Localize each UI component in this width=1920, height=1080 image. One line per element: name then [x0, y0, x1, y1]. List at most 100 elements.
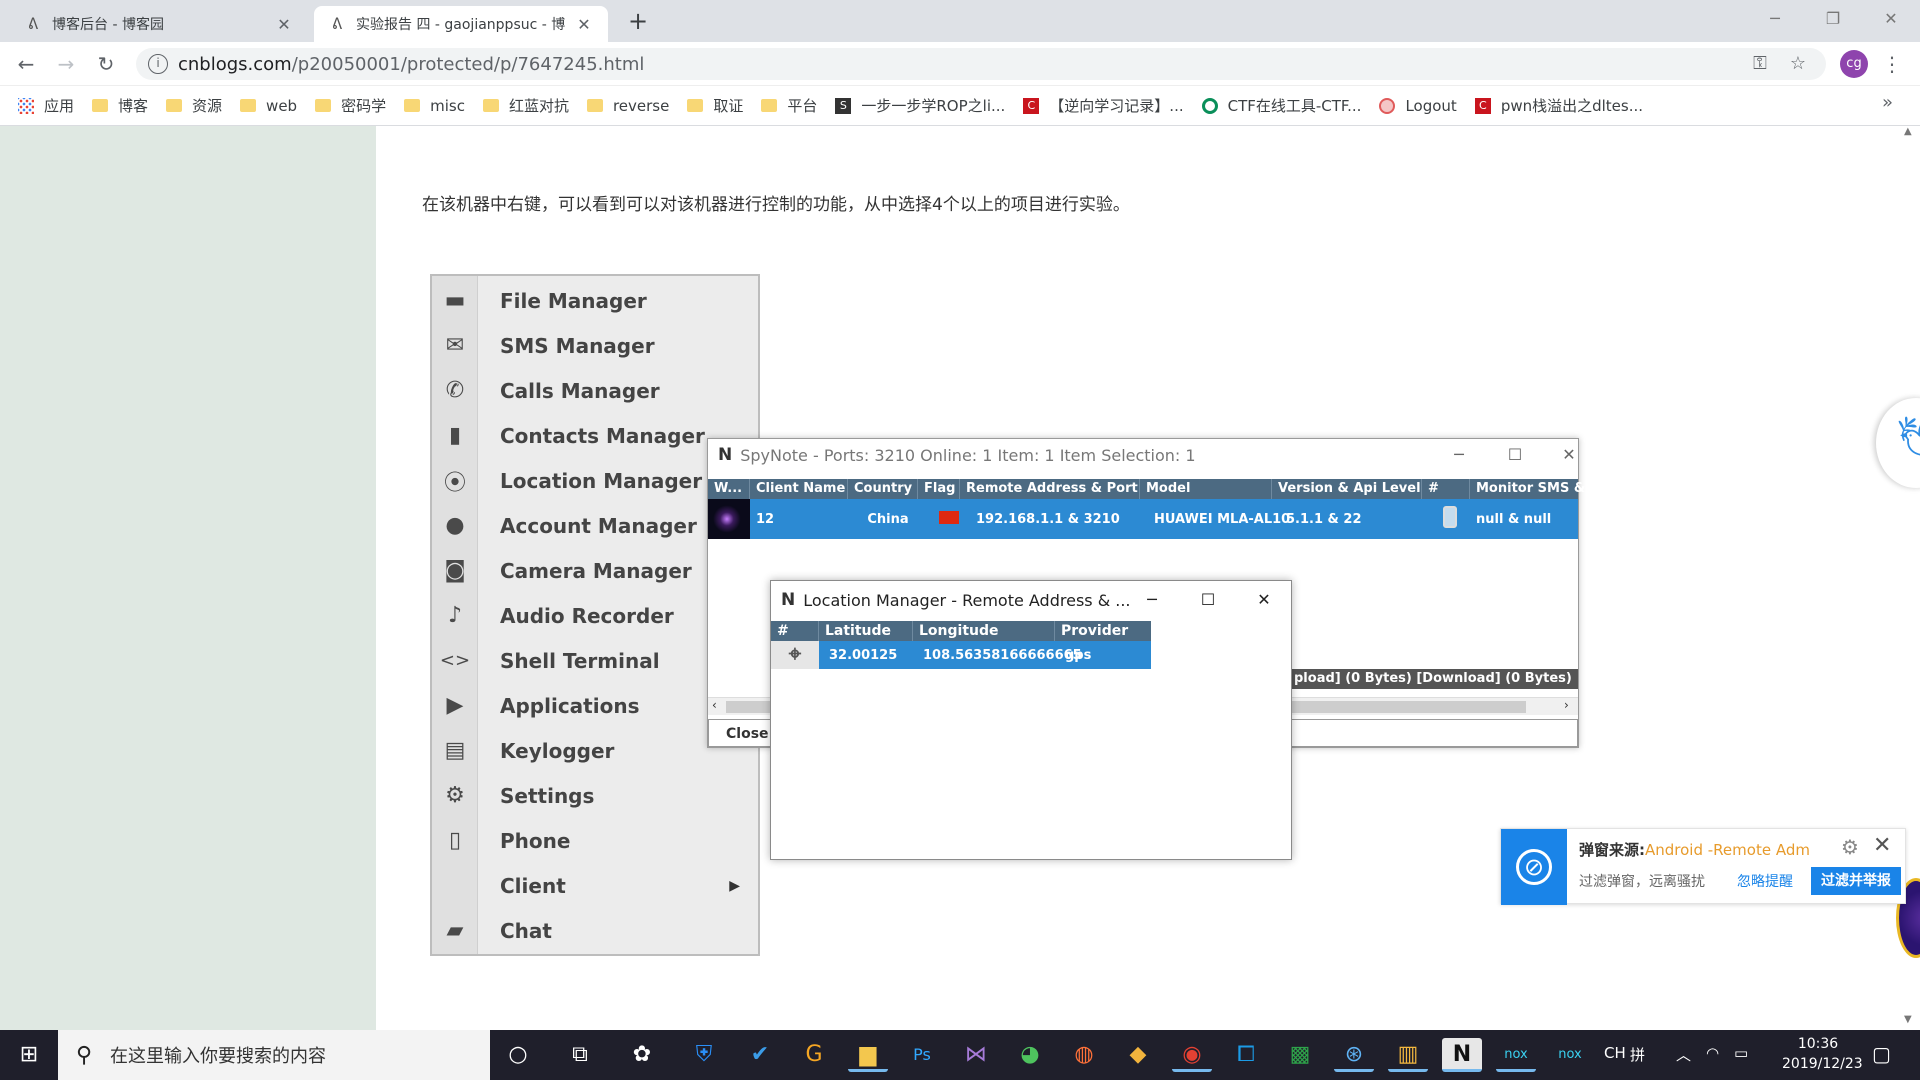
menu-item-settings[interactable]: ⚙ Settings	[432, 773, 758, 818]
bookmark-folder-resources[interactable]: 资源	[166, 95, 222, 116]
col-header[interactable]: Client Name	[750, 479, 848, 499]
bookmark-folder-platform[interactable]: 平台	[761, 95, 817, 116]
taskbar-search[interactable]: ⚲ 在这里输入你要搜索的内容	[58, 1030, 490, 1080]
pinwheel-app-icon[interactable]: ✿	[622, 1038, 662, 1072]
network-app-icon[interactable]: ⧠	[1226, 1038, 1266, 1072]
firefox-icon[interactable]: ◍	[1064, 1038, 1104, 1072]
bookmark-apps[interactable]: 应用	[18, 95, 74, 116]
info-icon[interactable]: i	[148, 54, 168, 74]
bookmark-reverse-notes[interactable]: C 【逆向学习记录】...	[1023, 95, 1184, 116]
maximize-button[interactable]: ❐	[1804, 0, 1862, 38]
gear-icon[interactable]: ⚙	[1841, 835, 1859, 859]
profile-avatar[interactable]: cg	[1840, 50, 1868, 78]
sublime-icon[interactable]: ◆	[1118, 1038, 1158, 1072]
battery-icon[interactable]: ▭	[1734, 1044, 1748, 1062]
close-button[interactable]: ✕	[1235, 581, 1293, 619]
shield-app-icon[interactable]: ⛨	[684, 1038, 724, 1072]
photoshop-icon[interactable]: Ps	[902, 1038, 942, 1072]
col-header[interactable]: Latitude	[819, 621, 913, 641]
ime-mode-icon[interactable]: 拼	[1630, 1044, 1645, 1065]
filter-report-button[interactable]: 过滤并举报	[1811, 867, 1901, 895]
col-header[interactable]: Monitor SMS &	[1470, 479, 1585, 499]
windows-start-icon[interactable]: ⊞	[0, 1030, 58, 1080]
close-icon[interactable]: ✕	[1873, 833, 1891, 858]
cortana-icon[interactable]: ○	[498, 1038, 538, 1072]
close-icon[interactable]: ✕	[274, 15, 294, 34]
file-explorer-icon[interactable]: ▆	[848, 1038, 888, 1072]
ime-indicator[interactable]: CH	[1604, 1044, 1626, 1062]
col-header[interactable]: Provider	[1055, 621, 1151, 641]
spynote-taskbar-icon[interactable]: N	[1442, 1038, 1482, 1072]
menu-item-calls-manager[interactable]: ✆ Calls Manager	[432, 368, 758, 413]
col-header[interactable]: Remote Address & Port	[960, 479, 1140, 499]
maximize-button[interactable]: ☐	[1486, 439, 1544, 471]
menu-item-sms-manager[interactable]: ✉ SMS Manager	[432, 323, 758, 368]
bookmark-logout[interactable]: Logout	[1379, 97, 1457, 115]
close-button[interactable]: ✕	[1540, 439, 1598, 471]
minimize-button[interactable]: ─	[1123, 581, 1181, 619]
chrome-icon[interactable]: ◉	[1172, 1038, 1212, 1072]
notification-center-icon[interactable]: ▢	[1872, 1042, 1891, 1066]
tab-blog-admin[interactable]: ᕕ 博客后台 - 博客园 ✕	[10, 6, 308, 42]
col-header[interactable]: Flag	[918, 479, 960, 499]
system-clock[interactable]: 10:36 2019/12/23	[1782, 1034, 1863, 1074]
close-window-button[interactable]: ✕	[1862, 0, 1920, 38]
new-tab-button[interactable]: +	[624, 8, 652, 36]
bookmarks-overflow-icon[interactable]: »	[1882, 92, 1893, 113]
scroll-left-arrow-icon[interactable]: ‹	[712, 698, 717, 712]
floating-bird-widget[interactable]: 🕊	[1876, 398, 1920, 488]
col-header[interactable]: Longitude	[913, 621, 1055, 641]
bookmark-folder-blog[interactable]: 博客	[92, 95, 148, 116]
back-arrow-icon[interactable]: ←	[12, 50, 40, 78]
minimize-button[interactable]: ─	[1746, 0, 1804, 38]
nox-multi-icon[interactable]: nox	[1550, 1038, 1590, 1072]
bookmark-ctf-tools[interactable]: CTF在线工具-CTF...	[1201, 95, 1361, 116]
chevron-up-icon[interactable]: ︿	[1676, 1044, 1691, 1065]
minimize-button[interactable]: ─	[1430, 439, 1488, 471]
ignore-link[interactable]: 忽略提醒	[1737, 871, 1793, 891]
maximize-button[interactable]: ☐	[1179, 581, 1237, 619]
key-icon[interactable]: ⚿	[1748, 52, 1772, 76]
star-icon[interactable]: ☆	[1786, 52, 1810, 76]
url-text[interactable]: cnblogs.com/p20050001/protected/p/764724…	[178, 54, 644, 75]
col-header[interactable]: Country	[848, 479, 918, 499]
menu-item-phone[interactable]: ▯ Phone	[432, 818, 758, 863]
visual-studio-icon[interactable]: ⋈	[956, 1038, 996, 1072]
baidu-netdisk-icon[interactable]: ⊛	[1334, 1038, 1374, 1072]
bookmark-rop[interactable]: S 一步一步学ROP之li...	[835, 95, 1005, 116]
bookmark-folder-misc[interactable]: misc	[404, 97, 465, 115]
table-row[interactable]: 12 China 192.168.1.1 & 3210 HUAWEI MLA-A…	[708, 499, 1578, 539]
table-row[interactable]: ⌖ 32.00125 108.56358166666665 gps	[771, 641, 1151, 669]
scroll-right-arrow-icon[interactable]: ›	[1564, 698, 1569, 712]
forward-arrow-icon[interactable]: →	[52, 50, 80, 78]
bookmark-folder-web[interactable]: web	[240, 97, 297, 115]
bookmark-folder-crypto[interactable]: 密码学	[315, 95, 386, 116]
image-app-icon[interactable]: ▩	[1280, 1038, 1320, 1072]
col-header[interactable]: #	[771, 621, 819, 641]
col-header[interactable]: Model	[1140, 479, 1272, 499]
bookmark-folder-reverse[interactable]: reverse	[586, 97, 669, 115]
reload-icon[interactable]: ↻	[92, 50, 120, 78]
col-header[interactable]: W...	[708, 479, 750, 499]
bookmark-folder-forensics[interactable]: 取证	[687, 95, 743, 116]
menu-item-file-manager[interactable]: ▬ File Manager	[432, 278, 758, 323]
bookmark-folder-redblue[interactable]: 红蓝对抗	[482, 95, 569, 116]
g-app-icon[interactable]: G	[794, 1038, 834, 1072]
kebab-menu-icon[interactable]: ⋮	[1880, 50, 1904, 78]
archive-app-icon[interactable]: ▥	[1388, 1038, 1428, 1072]
close-icon[interactable]: ✕	[574, 15, 594, 34]
menu-item-client[interactable]: Client ▶	[432, 863, 758, 908]
task-view-icon[interactable]: ⧉	[560, 1038, 600, 1072]
wechat-icon[interactable]: ◕	[1010, 1038, 1050, 1072]
scroll-up-arrow-icon[interactable]: ▲	[1904, 126, 1912, 137]
col-header[interactable]: #	[1422, 479, 1470, 499]
col-header[interactable]: Version & Api Level	[1272, 479, 1422, 499]
nox-icon[interactable]: nox	[1496, 1038, 1536, 1072]
scroll-down-arrow-icon[interactable]: ▼	[1904, 1014, 1912, 1025]
wifi-icon[interactable]: ◠	[1706, 1044, 1719, 1062]
bookmark-pwn[interactable]: Cpwn栈溢出之dltes...	[1474, 95, 1643, 116]
menu-item-chat[interactable]: ▰ Chat	[432, 908, 758, 953]
checkmark-app-icon[interactable]: ✔	[740, 1038, 780, 1072]
address-bar[interactable]: i cnblogs.com/p20050001/protected/p/7647…	[136, 48, 1826, 80]
tab-lab-report[interactable]: ᕕ 实验报告 四 - gaojianppsuc - 博 ✕	[314, 6, 608, 42]
